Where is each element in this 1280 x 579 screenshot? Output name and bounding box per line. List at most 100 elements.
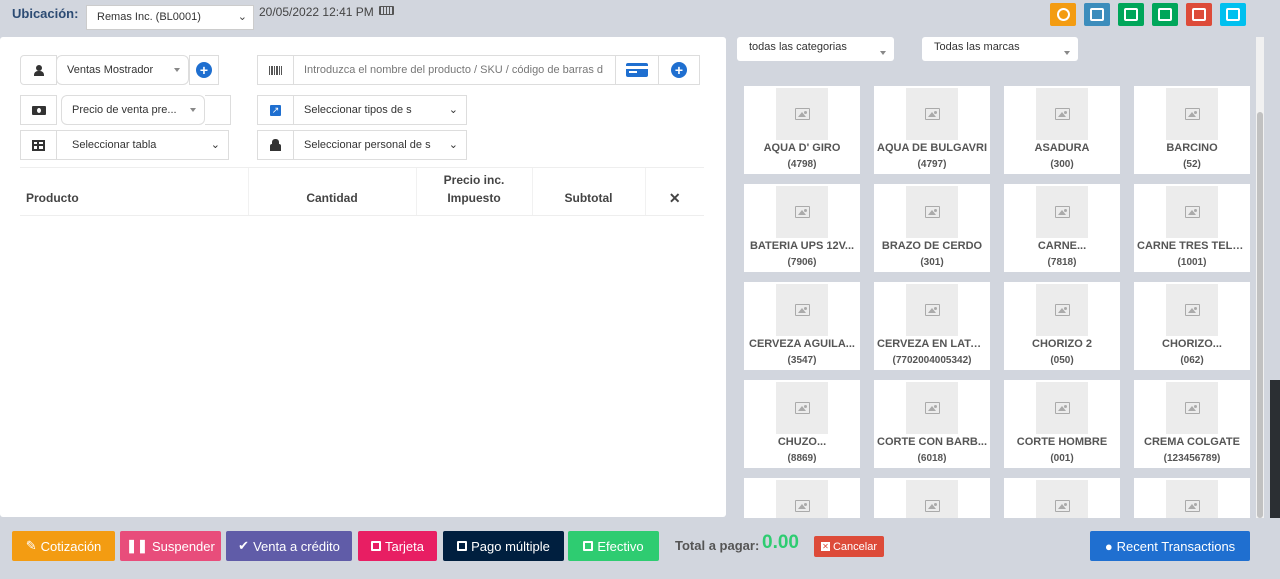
keyboard-icon[interactable] xyxy=(379,6,395,15)
product-search-input[interactable]: Introduzca el nombre del producto / SKU … xyxy=(293,55,616,85)
credit-sale-label: Venta a crédito xyxy=(253,538,340,554)
price-group-value: Precio de venta pre... xyxy=(72,104,177,116)
pause-icon[interactable] xyxy=(1050,3,1076,26)
product-thumbnail xyxy=(906,382,958,434)
product-thumbnail xyxy=(1036,88,1088,140)
staff-group: Seleccionar personal de s ⌄ xyxy=(257,130,467,160)
product-name: CORTE CON BARB... xyxy=(877,436,987,448)
table-icon xyxy=(32,139,45,151)
user-icon xyxy=(33,64,44,76)
image-placeholder-icon xyxy=(1054,402,1070,414)
add-product-button[interactable]: + xyxy=(658,55,700,85)
staff-icon-box xyxy=(257,130,294,160)
product-card[interactable]: AQUA D' GIRO (4798) xyxy=(744,86,860,174)
cash-button[interactable]: Efectivo xyxy=(568,531,659,561)
product-card[interactable]: BATERIA UPS 12V... (7906) xyxy=(744,184,860,272)
rewind-icon[interactable] xyxy=(1220,3,1246,26)
product-sku: (050) xyxy=(1050,355,1074,366)
product-card[interactable]: BRAZO DE CERDO (301) xyxy=(874,184,990,272)
brand-filter[interactable]: Todas las marcas xyxy=(922,37,1078,61)
product-sku: (123456789) xyxy=(1163,453,1221,464)
product-name: BARCINO xyxy=(1166,142,1218,154)
service-type-select[interactable]: Seleccionar tipos de s ⌄ xyxy=(293,95,467,125)
clear-cart-icon[interactable]: ✕ xyxy=(644,167,704,216)
table-icon-box xyxy=(20,130,57,160)
table-group: Seleccionar tabla ⌄ xyxy=(20,130,229,160)
total-label: Total a pagar: xyxy=(675,538,760,553)
product-card[interactable] xyxy=(744,478,860,518)
recent-transactions-label: Recent Transactions xyxy=(1116,538,1236,554)
product-card[interactable]: CHORIZO... (062) xyxy=(1134,282,1250,370)
card-search-button[interactable] xyxy=(615,55,659,85)
image-placeholder-icon xyxy=(1054,108,1070,120)
product-name: CORTE HOMBRE xyxy=(1016,436,1108,448)
add-customer-button[interactable]: + xyxy=(189,55,219,85)
product-name: CREMA COLGATE xyxy=(1144,436,1240,448)
quotation-button[interactable]: ✎ Cotización xyxy=(12,531,115,561)
location-select[interactable]: Remas Inc. (BL0001) ⌄ xyxy=(86,5,254,30)
briefcase-icon[interactable] xyxy=(1152,3,1178,26)
product-thumbnail xyxy=(776,284,828,336)
plus-icon: + xyxy=(671,62,687,78)
product-sku: (52) xyxy=(1183,159,1201,170)
product-card[interactable]: CHORIZO 2 (050) xyxy=(1004,282,1120,370)
product-card[interactable] xyxy=(874,478,990,518)
suspend-button[interactable]: ❚❚ Suspender xyxy=(120,531,221,561)
product-sku: (001) xyxy=(1050,453,1074,464)
image-placeholder-icon xyxy=(924,500,940,512)
category-filter-value: todas las categorias xyxy=(749,41,847,53)
product-sku: (4797) xyxy=(917,159,947,170)
cancel-button[interactable]: ✕ Cancelar xyxy=(814,536,884,557)
staff-select[interactable]: Seleccionar personal de s ⌄ xyxy=(293,130,467,160)
card-button[interactable]: Tarjeta xyxy=(358,531,437,561)
image-placeholder-icon xyxy=(924,304,940,316)
external-icon-box: ↗ xyxy=(257,95,294,125)
product-card[interactable]: CORTE HOMBRE (001) xyxy=(1004,380,1120,468)
product-card[interactable]: CARNE TRES TELA... (1001) xyxy=(1134,184,1250,272)
location-value: Remas Inc. (BL0001) xyxy=(97,11,201,23)
card-label: Tarjeta xyxy=(384,538,425,554)
edit-icon: ✎ xyxy=(25,538,37,553)
close-icon[interactable] xyxy=(1186,3,1212,26)
product-thumbnail xyxy=(1036,480,1088,518)
product-card[interactable]: CHUZO... (8869) xyxy=(744,380,860,468)
product-card[interactable]: AQUA DE BULGAVRI (4797) xyxy=(874,86,990,174)
product-card[interactable]: CORTE CON BARB... (6018) xyxy=(874,380,990,468)
recent-transactions-button[interactable]: ● Recent Transactions xyxy=(1090,531,1250,561)
product-name: CHORIZO... xyxy=(1162,338,1222,350)
product-card[interactable]: CERVEZA EN LATA... (7702004005342) xyxy=(874,282,990,370)
product-card[interactable]: ASADURA (300) xyxy=(1004,86,1120,174)
credit-sale-button[interactable]: ✔ Venta a crédito xyxy=(226,531,352,561)
table-value: Seleccionar tabla xyxy=(72,139,157,151)
product-card[interactable]: CERVEZA AGUILA... (3547) xyxy=(744,282,860,370)
table-select[interactable]: Seleccionar tabla ⌄ xyxy=(56,130,229,160)
customer-select[interactable]: Ventas Mostrador xyxy=(56,55,189,85)
product-card[interactable]: CREMA COLGATE (123456789) xyxy=(1134,380,1250,468)
col-subtotal: Subtotal xyxy=(531,167,645,216)
calculator-icon[interactable] xyxy=(1118,3,1144,26)
product-grid: AQUA D' GIRO (4798) AQUA DE BULGAVRI (4797)… xyxy=(744,86,1252,518)
product-name: CARNE TRES TELA... xyxy=(1137,240,1250,252)
total-value: 0.00 xyxy=(762,532,799,553)
product-card[interactable]: CARNE... (7818) xyxy=(1004,184,1120,272)
scrollbar-thumb[interactable] xyxy=(1257,112,1263,518)
product-thumbnail xyxy=(1036,186,1088,238)
datetime-text: 20/05/2022 12:41 PM xyxy=(259,5,374,19)
multiple-pay-button[interactable]: Pago múltiple xyxy=(443,531,564,561)
money-icon-box xyxy=(20,95,57,125)
col-quantity: Cantidad xyxy=(247,167,416,216)
product-sku: (7906) xyxy=(787,257,817,268)
product-name: CERVEZA EN LATA... xyxy=(877,338,988,350)
product-card[interactable] xyxy=(1004,478,1120,518)
top-bar: Ubicación: Remas Inc. (BL0001) ⌄ 20/05/2… xyxy=(0,0,1280,34)
col-product: Producto xyxy=(20,167,248,216)
category-filter[interactable]: todas las categorias xyxy=(737,37,894,61)
window-icon[interactable] xyxy=(1084,3,1110,26)
price-group-select[interactable]: Precio de venta pre... xyxy=(61,95,205,125)
product-card[interactable]: BARCINO (52) xyxy=(1134,86,1250,174)
product-card[interactable] xyxy=(1134,478,1250,518)
datetime: 20/05/2022 12:41 PM xyxy=(259,5,395,19)
money-icon xyxy=(583,541,594,551)
product-sku: (3547) xyxy=(787,355,817,366)
image-placeholder-icon xyxy=(794,304,810,316)
